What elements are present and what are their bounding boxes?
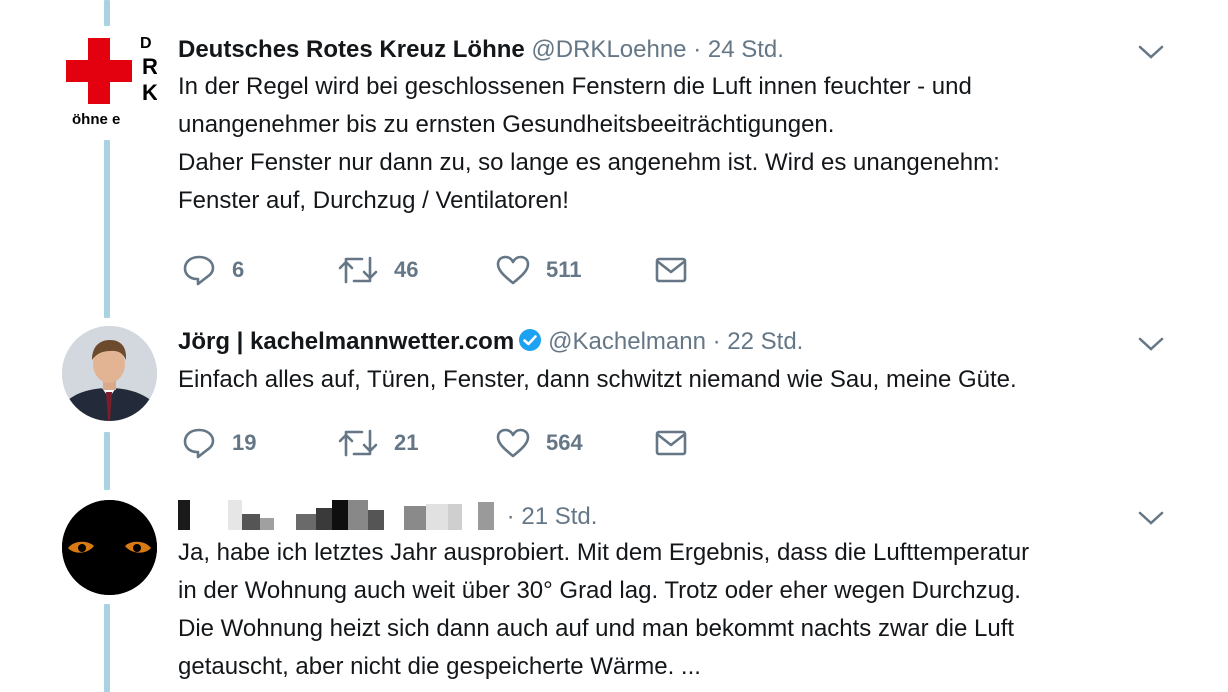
timestamp[interactable]: 21 Std.: [521, 503, 597, 530]
display-name-obscured[interactable]: [178, 500, 500, 530]
tweet-text-line: Ja, habe ich letztes Jahr ausprobiert. M…: [178, 539, 1030, 566]
like-button[interactable]: 511: [496, 252, 582, 288]
direct-message-icon: [655, 430, 687, 456]
heart-icon: [496, 255, 530, 285]
avatar[interactable]: [62, 500, 157, 595]
tweet[interactable]: D R K öhne e Deutsches Rotes Kreuz Löhne…: [0, 34, 1228, 304]
avatar[interactable]: [62, 326, 157, 421]
tweet[interactable]: Jörg | kachelmannwetter.com @Kachelmann …: [0, 326, 1228, 466]
svg-text:D: D: [140, 35, 152, 52]
like-count: 564: [546, 430, 583, 455]
timestamp[interactable]: 24 Std.: [708, 36, 784, 63]
profile-photo-icon: [62, 500, 157, 595]
tweet-text-line: Fenster auf, Durchzug / Ventilatoren!: [178, 187, 569, 214]
separator: ·: [712, 328, 721, 355]
display-name[interactable]: Deutsches Rotes Kreuz Löhne: [178, 36, 525, 63]
heart-icon: [496, 428, 530, 458]
tweet-text: In der Regel wird bei geschlossenen Fens…: [178, 68, 1188, 220]
tweet-text-line: unangenehmer bis zu ernsten Gesundheitsb…: [178, 111, 835, 138]
tweet-text-line: Die Wohnung heizt sich dann auch auf und…: [178, 615, 1015, 642]
separator: ·: [506, 503, 515, 530]
tweet-text: Ja, habe ich letztes Jahr ausprobiert. M…: [178, 534, 1188, 686]
avatar[interactable]: D R K öhne e: [62, 34, 157, 129]
tweet-header: · 21 Std.: [178, 500, 597, 533]
chevron-down-icon[interactable]: [1138, 44, 1164, 60]
retweet-count: 21: [394, 430, 419, 455]
retweet-icon: [338, 256, 378, 284]
direct-message-button[interactable]: [654, 425, 688, 461]
retweet-icon: [338, 429, 378, 457]
tweet-actions: 19 21 564: [178, 425, 738, 461]
tweet-header: Deutsches Rotes Kreuz Löhne @DRKLoehne ·…: [178, 34, 784, 66]
retweet-button[interactable]: 21: [338, 425, 418, 461]
tweet-header: Jörg | kachelmannwetter.com @Kachelmann …: [178, 326, 803, 358]
retweet-count: 46: [394, 257, 419, 282]
svg-text:K: K: [142, 80, 157, 105]
tweet-text-line: in der Wohnung auch weit über 30° Grad l…: [178, 577, 1021, 604]
tweet-text: Einfach alles auf, Türen, Fenster, dann …: [178, 361, 1188, 399]
chevron-down-icon[interactable]: [1138, 510, 1164, 526]
tweet-text-line: In der Regel wird bei geschlossenen Fens…: [178, 73, 972, 100]
like-button[interactable]: 564: [496, 425, 583, 461]
tweet[interactable]: · 21 Std. Ja, habe ich letztes Jahr ausp…: [0, 500, 1228, 692]
reply-icon: [183, 255, 215, 286]
display-name[interactable]: Jörg | kachelmannwetter.com: [178, 328, 514, 355]
tweet-actions: 6 46 511: [178, 252, 738, 288]
user-handle[interactable]: @Kachelmann: [548, 328, 706, 355]
timestamp[interactable]: 22 Std.: [727, 328, 803, 355]
profile-photo-icon: [62, 326, 157, 421]
svg-text:öhne e: öhne e: [72, 111, 120, 128]
verified-badge-icon: [519, 329, 542, 351]
retweet-button[interactable]: 46: [338, 252, 418, 288]
tweet-text-line: Einfach alles auf, Türen, Fenster, dann …: [178, 366, 1017, 393]
reply-count: 19: [232, 430, 257, 455]
like-count: 511: [546, 257, 582, 282]
separator: ·: [693, 36, 702, 63]
drk-logo-icon: D R K öhne e: [66, 35, 157, 128]
user-handle[interactable]: @DRKLoehne: [531, 36, 686, 63]
tweet-text-line: getauscht, aber nicht die gespeicherte W…: [178, 653, 701, 680]
direct-message-button[interactable]: [654, 252, 688, 288]
reply-button[interactable]: 6: [182, 252, 244, 288]
thread-line: [104, 0, 110, 26]
reply-button[interactable]: 19: [182, 425, 256, 461]
svg-text:R: R: [142, 54, 157, 79]
direct-message-icon: [655, 257, 687, 283]
reply-count: 6: [232, 257, 245, 282]
tweet-text-line: Daher Fenster nur dann zu, so lange es a…: [178, 149, 1000, 176]
chevron-down-icon[interactable]: [1138, 336, 1164, 352]
reply-icon: [183, 428, 215, 459]
